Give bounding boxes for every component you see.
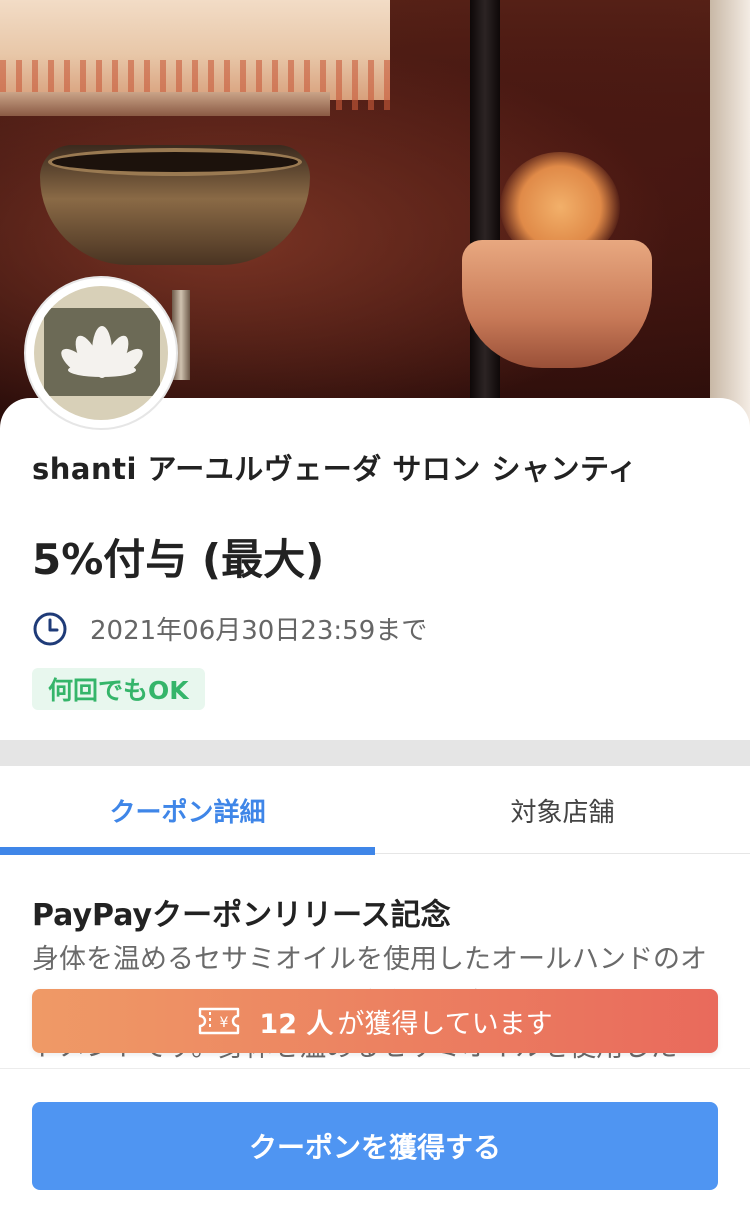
acquired-text: が獲得しています: [337, 1008, 553, 1040]
svg-text:¥: ¥: [220, 1015, 229, 1031]
deal-title: 5%付与 (最大): [32, 535, 325, 584]
section-divider: [0, 740, 750, 766]
hero-pot-rim: [48, 148, 302, 176]
ticket-icon: ¥: [199, 1007, 240, 1035]
tab-active-indicator: [0, 847, 375, 855]
acquired-banner: ¥ 12 人 が獲得しています: [32, 989, 718, 1053]
get-coupon-button[interactable]: クーポンを獲得する: [32, 1102, 718, 1190]
deadline-text: 2021年06月30日23:59まで: [90, 616, 428, 646]
repeat-ok-badge: 何回でもOK: [32, 668, 205, 710]
hero-basket: [462, 240, 652, 368]
tab-bar: クーポン詳細 対象店舗: [0, 766, 750, 855]
shop-avatar: [24, 276, 178, 430]
lotus-icon: [61, 326, 143, 378]
acquired-count: 12 人: [259, 1008, 334, 1040]
tab-label: 対象店舗: [510, 797, 615, 828]
coupon-card: shanti アーユルヴェーダ サロン シャンティ 5%付与 (最大) 2021…: [0, 398, 750, 740]
tab-label: クーポン詳細: [109, 797, 266, 828]
tab-target-stores[interactable]: 対象店舗: [375, 766, 750, 854]
deadline-row: 2021年06月30日23:59まで: [32, 610, 427, 647]
hero-pole: [470, 0, 500, 430]
hero-curtain: [710, 0, 750, 430]
avatar-image: [34, 286, 168, 420]
detail-title: PayPayクーポンリリース記念: [32, 898, 451, 933]
tab-coupon-detail[interactable]: クーポン詳細: [0, 766, 375, 855]
clock-icon: [33, 612, 67, 645]
shop-name: shanti アーユルヴェーダ サロン シャンティ: [32, 452, 638, 486]
hero-molding: [0, 92, 330, 116]
bottom-action-bar: クーポンを獲得する: [0, 1068, 750, 1221]
